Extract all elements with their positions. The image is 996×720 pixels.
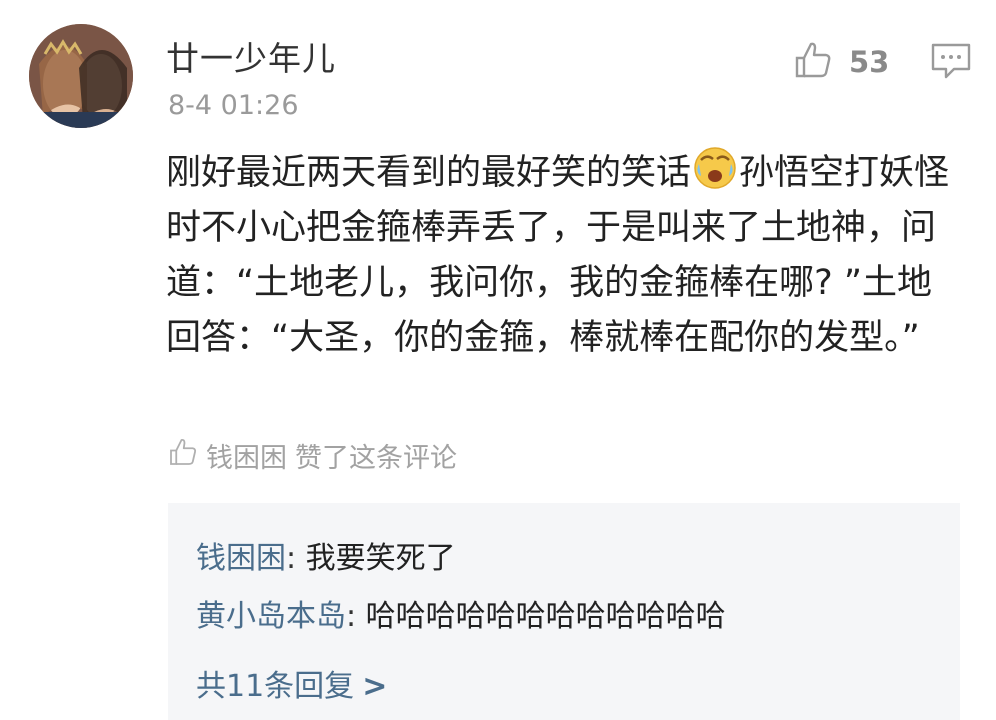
reply-author[interactable]: 黄小岛本岛 <box>196 599 346 634</box>
chevron-right-icon: > <box>362 669 388 704</box>
more-replies-label[interactable]: 共11条回复 <box>196 669 354 704</box>
comment-icon[interactable] <box>930 42 972 84</box>
comment-text-part1: 刚好最近两天看到的最好笑的笑话 <box>166 153 692 193</box>
thumbs-up-small-icon <box>168 437 198 474</box>
timestamp: 8-4 01:26 <box>168 90 299 121</box>
replies-box: 钱困困: 我要笑死了 黄小岛本岛: 哈哈哈哈哈哈哈哈哈哈哈哈 共11条回复 > <box>168 503 960 720</box>
liked-by-action: 赞了这条评论 <box>295 443 457 474</box>
reply-separator: : <box>286 541 306 576</box>
reply-content: 我要笑死了 <box>305 541 456 576</box>
liked-by-name[interactable]: 钱困困 <box>206 436 287 475</box>
liked-by: 钱困困 赞了这条评论 <box>168 436 457 475</box>
reply-content: 哈哈哈哈哈哈哈哈哈哈哈哈 <box>365 599 726 634</box>
reply-author[interactable]: 钱困困 <box>196 541 286 576</box>
comment-text: 刚好最近两天看到的最好笑的笑话 孙悟空打妖怪时不小心把金箍棒弄丢了，于是叫来了土… <box>166 146 956 366</box>
username[interactable]: 廿一少年儿 <box>166 32 336 80</box>
more-replies-link[interactable]: 共11条回复 > <box>196 661 387 705</box>
thumbs-up-icon[interactable] <box>793 40 833 84</box>
reply-row[interactable]: 钱困困: 我要笑死了 <box>196 533 456 577</box>
like-count: 53 <box>849 45 890 79</box>
crying-laughing-emoji <box>693 146 737 190</box>
reply-separator: : <box>346 599 366 634</box>
reply-row[interactable]: 黄小岛本岛: 哈哈哈哈哈哈哈哈哈哈哈哈 <box>196 591 726 635</box>
avatar[interactable] <box>29 24 133 128</box>
like-button[interactable]: 53 <box>793 40 889 84</box>
